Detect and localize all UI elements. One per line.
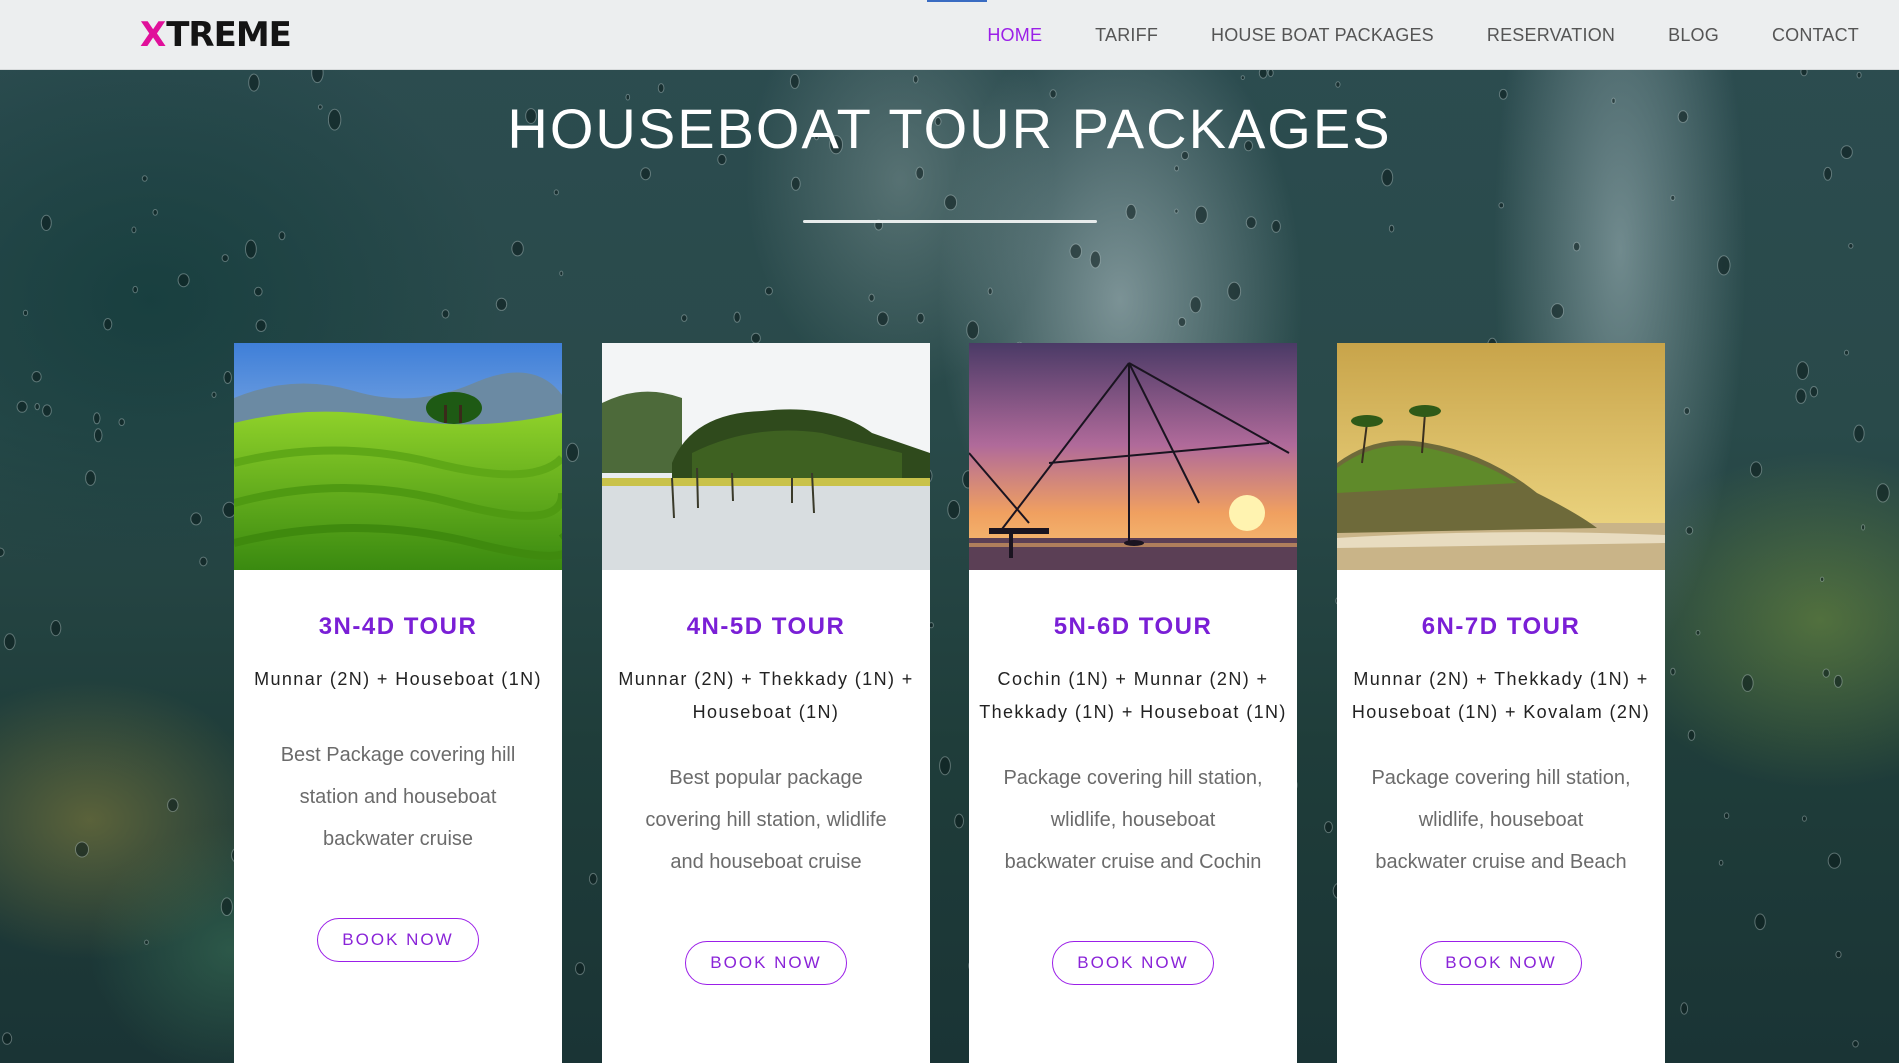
package-route: Munnar (2N) + Houseboat (1N): [254, 669, 542, 689]
package-title: 4N-5D TOUR: [686, 613, 846, 640]
package-description: Best popular package covering hill stati…: [645, 767, 887, 873]
package-description: Package covering hill station, wlidlife,…: [1371, 767, 1631, 873]
book-now-button[interactable]: BOOK NOW: [685, 941, 847, 985]
package-route: Munnar (2N) + Thekkady (1N) + Houseboat …: [1351, 669, 1651, 722]
package-image-tea-plantation: [234, 343, 562, 570]
brand-logo[interactable]: X TREME: [140, 15, 292, 55]
package-description: Best Package covering hill station and h…: [280, 744, 516, 850]
package-image-beach: [1337, 343, 1665, 570]
site-header: X TREME HOME TARIFF HOUSE BOAT PACKAGES R…: [0, 0, 1899, 70]
nav-house-boat-packages[interactable]: HOUSE BOAT PACKAGES: [1211, 0, 1434, 70]
package-card-6n7d: 6N-7D TOUR Munnar (2N) + Thekkady (1N) +…: [1337, 343, 1665, 1063]
nav-contact[interactable]: CONTACT: [1772, 0, 1859, 70]
section-title: HOUSEBOAT TOUR PACKAGES: [507, 97, 1392, 160]
package-route: Cochin (1N) + Munnar (2N) + Thekkady (1N…: [979, 669, 1287, 722]
package-card-5n6d: 5N-6D TOUR Cochin (1N) + Munnar (2N) + T…: [969, 343, 1297, 1063]
nav-tariff[interactable]: TARIFF: [1095, 0, 1158, 70]
package-title: 3N-4D TOUR: [318, 613, 478, 640]
nav-blog[interactable]: BLOG: [1668, 0, 1719, 70]
book-now-button[interactable]: BOOK NOW: [1420, 941, 1582, 985]
package-image-lake-forest: [602, 343, 930, 570]
package-image-fishing-nets: [969, 343, 1297, 570]
logo-x-mark: X: [140, 15, 166, 55]
book-now-button[interactable]: BOOK NOW: [317, 918, 479, 962]
nav-reservation[interactable]: RESERVATION: [1487, 0, 1615, 70]
package-card-3n4d: 3N-4D TOUR Munnar (2N) + Houseboat (1N) …: [234, 343, 562, 1063]
package-title: 6N-7D TOUR: [1421, 613, 1581, 640]
title-divider: [803, 220, 1097, 223]
logo-wordmark: TREME: [166, 15, 292, 55]
main-nav: HOME TARIFF HOUSE BOAT PACKAGES RESERVAT…: [927, 0, 1859, 70]
package-route: Munnar (2N) + Thekkady (1N) + Houseboat …: [618, 669, 914, 722]
book-now-button[interactable]: BOOK NOW: [1052, 941, 1214, 985]
nav-home[interactable]: HOME: [927, 0, 1042, 70]
package-title: 5N-6D TOUR: [1053, 613, 1213, 640]
package-card-4n5d: 4N-5D TOUR Munnar (2N) + Thekkady (1N) +…: [602, 343, 930, 1063]
package-description: Package covering hill station, wlidlife,…: [1003, 767, 1263, 873]
